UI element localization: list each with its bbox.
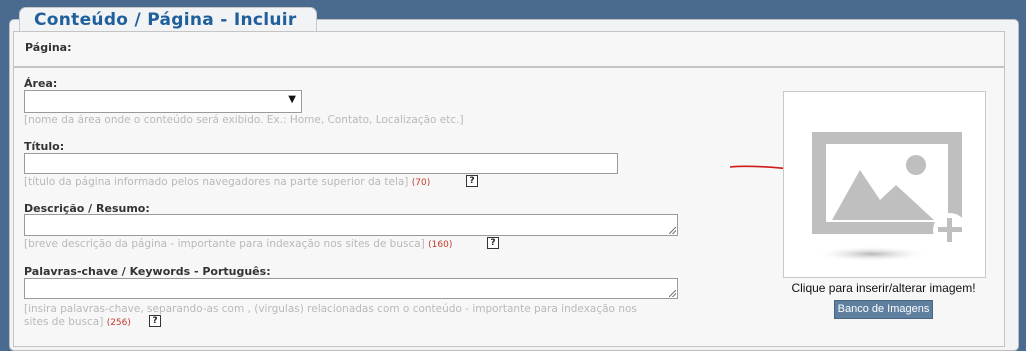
image-upload-area[interactable]: [783, 91, 986, 278]
resize-grip-icon[interactable]: [669, 290, 676, 297]
descricao-hint-text: [breve descrição da página - importante …: [24, 238, 425, 250]
titulo-input[interactable]: [24, 153, 618, 174]
image-caption[interactable]: Clique para inserir/alterar imagem!: [783, 281, 984, 295]
titulo-label: Título:: [24, 140, 65, 153]
keywords-hint-line1: [insira palavras-chave, separando-as com…: [24, 303, 637, 315]
keywords-help-icon[interactable]: ?: [149, 315, 161, 327]
keywords-char-limit: (256): [106, 318, 131, 328]
titulo-char-limit: (70): [411, 178, 431, 188]
descricao-textarea[interactable]: [24, 214, 678, 236]
page-title: Conteúdo / Página - Incluir: [34, 10, 297, 30]
resize-grip-icon[interactable]: [669, 227, 676, 234]
image-add-icon: [812, 132, 967, 262]
descricao-help-icon[interactable]: ?: [487, 237, 499, 249]
titulo-hint: [título da página informado pelos navega…: [24, 175, 430, 190]
section-header: Página:: [13, 31, 1005, 67]
titulo-hint-text: [título da página informado pelos navega…: [24, 176, 409, 188]
section-label: Página:: [25, 41, 72, 54]
image-bank-button[interactable]: Banco de Imagens: [834, 300, 933, 319]
area-label: Área:: [24, 77, 58, 90]
page-tab: Conteúdo / Página - Incluir: [19, 7, 317, 34]
chevron-down-icon: ▼: [288, 94, 296, 105]
keywords-hint-text: sites de busca]: [24, 316, 104, 328]
area-select[interactable]: ▼: [24, 90, 302, 113]
keywords-textarea[interactable]: [24, 278, 678, 299]
keywords-label: Palavras-chave / Keywords - Português:: [24, 265, 271, 278]
descricao-hint: [breve descrição da página - importante …: [24, 237, 452, 252]
keywords-hint-line2: sites de busca] (256): [24, 315, 131, 330]
area-hint: [nome da área onde o conteúdo será exibi…: [24, 114, 464, 126]
descricao-char-limit: (160): [428, 240, 453, 250]
titulo-help-icon[interactable]: ?: [466, 175, 478, 187]
